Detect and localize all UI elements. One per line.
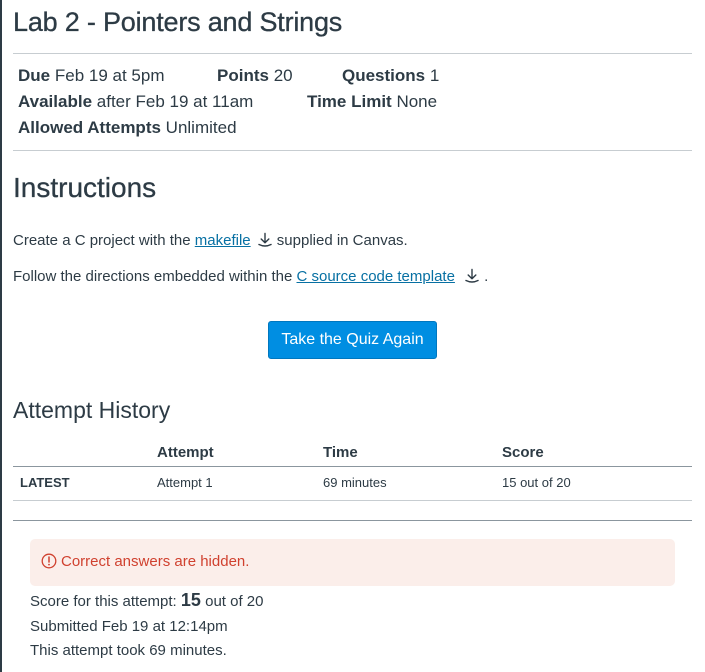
due-label: Due (18, 66, 51, 85)
table-header-divider (13, 466, 692, 467)
attempt-score: 15 out of 20 (502, 475, 571, 490)
questions-value: 1 (429, 66, 440, 85)
instructions-text: Create a C project with the (13, 232, 195, 249)
time-limit-label: Time Limit (307, 92, 392, 111)
due-detail: Due Feb 19 at 5pm (18, 66, 164, 86)
makefile-link[interactable]: makefile (195, 232, 251, 249)
column-header-time: Time (323, 444, 358, 461)
time-limit-detail: Time Limit None (307, 92, 437, 112)
hidden-answers-alert: Correct answers are hidden. (30, 539, 675, 586)
score-suffix: out of 20 (200, 593, 264, 610)
points-label: Points (217, 66, 269, 85)
questions-detail: Questions 1 (342, 66, 439, 86)
alert-text: Correct answers are hidden. (61, 553, 250, 570)
instructions-text: . (479, 268, 489, 285)
instructions-text: Follow the directions embedded within th… (13, 268, 297, 285)
points-value: 20 (273, 66, 293, 85)
attempt-time: 69 minutes (323, 475, 387, 490)
take-quiz-again-button[interactable]: Take the Quiz Again (268, 321, 437, 359)
due-value: Feb 19 at 5pm (54, 66, 165, 85)
alert-message: Correct answers are hidden. (41, 553, 249, 570)
divider (13, 520, 692, 521)
attempt-duration: This attempt took 69 minutes. (30, 642, 227, 659)
attempts-detail: Allowed Attempts Unlimited (18, 118, 237, 138)
table-row-divider (13, 500, 692, 501)
download-icon[interactable] (464, 268, 480, 284)
available-detail: Available after Feb 19 at 11am (18, 92, 253, 112)
attempts-label: Allowed Attempts (18, 118, 161, 137)
attempt-score-summary: Score for this attempt: 15 out of 20 (30, 590, 264, 611)
instructions-line-1: Create a C project with the makefile sup… (13, 232, 408, 249)
column-header-attempt: Attempt (157, 444, 214, 461)
latest-tag: LATEST (20, 475, 70, 490)
divider (13, 53, 692, 54)
available-value: after Feb 19 at 11am (96, 92, 254, 111)
download-icon[interactable] (257, 232, 273, 248)
submitted-time: Submitted Feb 19 at 12:14pm (30, 618, 228, 635)
page-title: Lab 2 - Pointers and Strings (13, 7, 343, 37)
questions-label: Questions (342, 66, 426, 85)
attempts-value: Unlimited (165, 118, 237, 137)
score-value: 15 (180, 590, 201, 610)
points-detail: Points 20 (217, 66, 293, 86)
score-prefix: Score for this attempt: (30, 593, 181, 610)
instructions-text: supplied in Canvas. (272, 232, 408, 249)
attempt-history-heading: Attempt History (13, 397, 171, 423)
attempt-link[interactable]: Attempt 1 (157, 475, 213, 490)
column-header-score: Score (502, 444, 544, 461)
available-label: Available (18, 92, 93, 111)
warning-circle-icon (41, 553, 57, 569)
instructions-heading: Instructions (13, 172, 157, 203)
frame-left-border (0, 0, 2, 672)
divider (13, 150, 692, 151)
time-limit-value: None (396, 92, 438, 111)
source-template-link[interactable]: C source code template (297, 268, 455, 285)
instructions-line-2: Follow the directions embedded within th… (13, 268, 488, 285)
